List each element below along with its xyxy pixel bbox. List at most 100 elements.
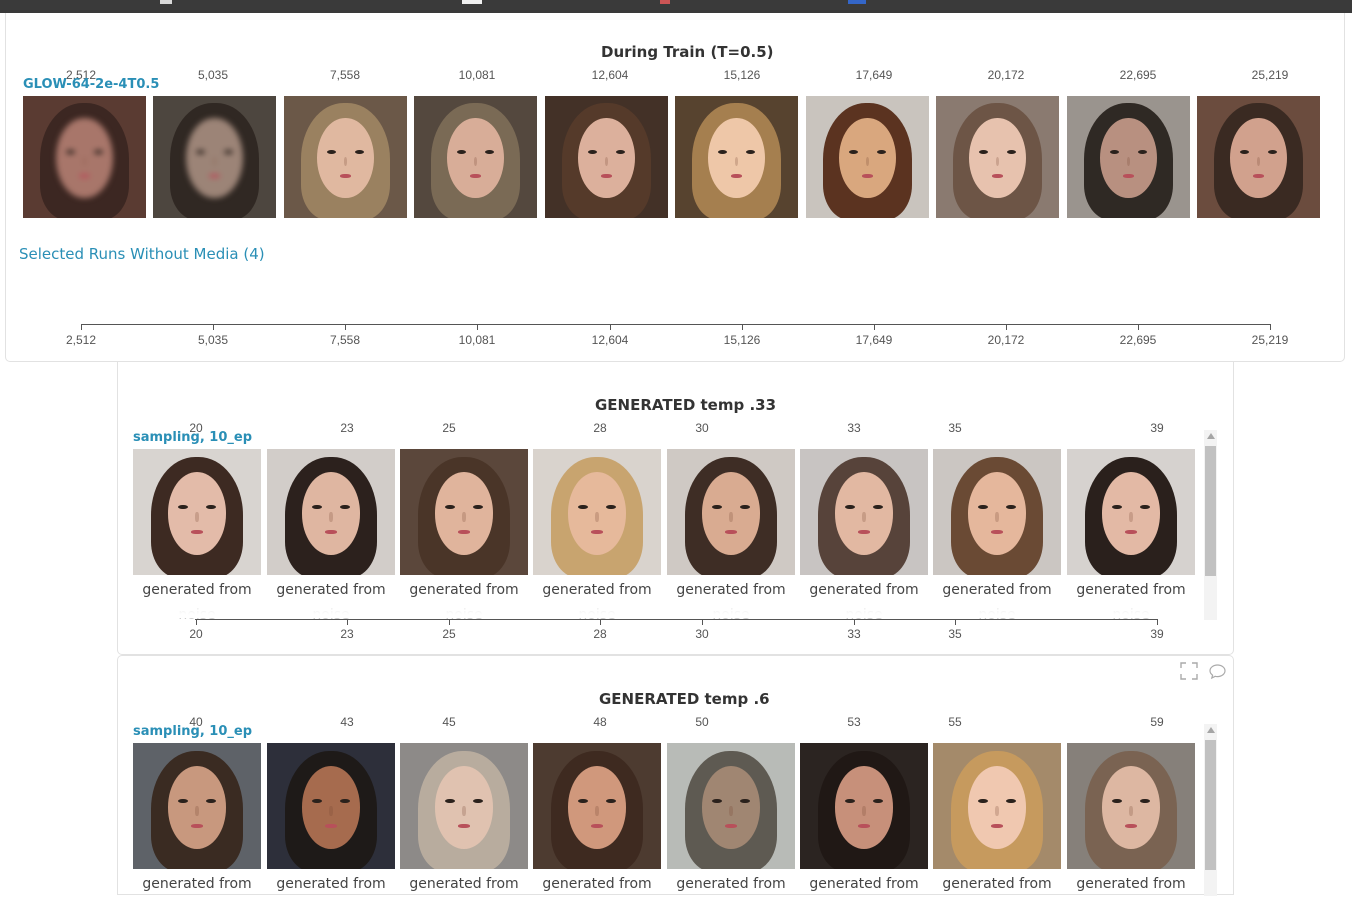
eye-shape <box>66 150 76 155</box>
step-label: 23 <box>340 421 354 435</box>
media-thumbnail[interactable] <box>667 743 795 869</box>
step-label: 25,219 <box>1251 68 1289 82</box>
scrollbar-thumb[interactable] <box>1205 740 1216 870</box>
comment-icon[interactable] <box>1209 664 1226 684</box>
nose-shape <box>862 805 866 816</box>
axis-tick <box>449 619 450 625</box>
toolbar-icon[interactable] <box>660 0 670 4</box>
media-thumbnail[interactable] <box>1067 743 1195 869</box>
nose-shape <box>462 805 466 816</box>
nose-shape <box>729 805 733 816</box>
run-name-label[interactable]: sampling, 10_ep <box>133 724 252 739</box>
eye-shape <box>845 504 855 510</box>
media-panel-temp-033: GENERATED temp .33 20 23 25 28 30 33 35 39 samp… <box>117 362 1234 655</box>
media-thumbnail[interactable] <box>23 96 146 218</box>
step-label: 25 <box>442 627 456 641</box>
eye-shape <box>873 798 883 804</box>
step-label: 10,081 <box>458 333 496 347</box>
media-thumbnail[interactable] <box>284 96 407 218</box>
media-thumbnail[interactable] <box>800 743 928 869</box>
mouth-shape <box>208 174 221 179</box>
toolbar-icon[interactable] <box>160 0 172 4</box>
nose-shape <box>595 511 599 522</box>
media-thumbnail[interactable] <box>1197 96 1320 218</box>
step-label: 39 <box>1150 421 1164 435</box>
mouth-shape <box>1122 174 1135 179</box>
caption-line: noise <box>445 607 483 623</box>
media-thumbnail[interactable] <box>667 449 795 575</box>
nose-shape <box>329 511 333 522</box>
caption-line: noise <box>978 607 1016 623</box>
media-thumbnail[interactable] <box>133 743 261 869</box>
eye-shape <box>445 504 455 510</box>
face-shape <box>834 765 894 849</box>
caption-line: generated from <box>142 582 252 598</box>
media-thumbnail[interactable] <box>1067 96 1190 218</box>
media-thumbnail[interactable] <box>267 743 395 869</box>
eye-shape <box>740 798 750 804</box>
fullscreen-icon[interactable] <box>1180 662 1198 685</box>
mouth-shape <box>858 823 870 829</box>
media-thumbnail[interactable] <box>545 96 668 218</box>
media-thumbnail[interactable] <box>936 96 1059 218</box>
axis-tick <box>81 324 82 330</box>
face-shape <box>1100 117 1157 199</box>
media-thumbnail[interactable] <box>414 96 537 218</box>
media-thumbnail[interactable] <box>533 743 661 869</box>
media-thumbnail[interactable] <box>933 449 1061 575</box>
media-thumbnail[interactable] <box>267 449 395 575</box>
nose-shape <box>82 156 87 167</box>
axis-tick <box>854 619 855 625</box>
image-caption: generated from noise <box>132 578 262 628</box>
eye-shape <box>588 150 598 155</box>
media-thumbnail[interactable] <box>800 449 928 575</box>
media-thumbnail[interactable] <box>400 743 528 869</box>
toolbar-icon[interactable] <box>462 0 482 4</box>
media-thumbnail[interactable] <box>533 449 661 575</box>
step-label: 17,649 <box>855 333 893 347</box>
selected-runs-without-media-link[interactable]: Selected Runs Without Media (4) <box>19 245 265 263</box>
nose-shape <box>995 805 999 816</box>
nose-shape <box>604 156 609 167</box>
step-label: 28 <box>593 627 607 641</box>
step-label: 35 <box>948 627 962 641</box>
step-label: 20 <box>189 627 203 641</box>
run-name-label[interactable]: sampling, 10_ep <box>133 430 252 445</box>
mouth-shape <box>325 823 337 829</box>
scroll-up-arrow-icon[interactable] <box>1207 433 1215 439</box>
caption-line: generated from <box>542 582 652 598</box>
nose-shape <box>1126 156 1131 167</box>
eye-shape <box>712 798 722 804</box>
media-thumbnail[interactable] <box>806 96 929 218</box>
step-label: 48 <box>593 715 607 729</box>
media-thumbnail[interactable] <box>933 743 1061 869</box>
mouth-shape <box>1125 529 1137 535</box>
step-label: 7,558 <box>329 68 361 82</box>
face-shape <box>1101 765 1161 849</box>
run-name-label[interactable]: GLOW-64-2e-4T0.5 <box>23 77 159 92</box>
step-label: 12,604 <box>591 68 629 82</box>
media-thumbnail[interactable] <box>153 96 276 218</box>
scroll-up-arrow-icon[interactable] <box>1207 727 1215 733</box>
toolbar-icon[interactable] <box>848 0 866 4</box>
step-label: 53 <box>847 715 861 729</box>
media-thumbnail[interactable] <box>675 96 798 218</box>
image-caption: generated from noise <box>932 578 1062 628</box>
eye-shape <box>615 150 625 155</box>
face-shape <box>578 117 635 199</box>
caption-line: noise <box>578 607 616 623</box>
media-thumbnail[interactable] <box>400 449 528 575</box>
scrollbar[interactable] <box>1204 430 1217 620</box>
image-caption: generated from <box>276 876 386 892</box>
mouth-shape <box>725 823 737 829</box>
step-label: 33 <box>847 421 861 435</box>
step-slider-track[interactable] <box>81 324 1270 325</box>
scrollbar[interactable] <box>1204 724 1217 896</box>
media-thumbnail[interactable] <box>1067 449 1195 575</box>
face-shape <box>1101 471 1161 555</box>
step-slider-track[interactable] <box>195 619 1157 620</box>
eye-shape <box>845 798 855 804</box>
media-thumbnail[interactable] <box>133 449 261 575</box>
step-label: 33 <box>847 627 861 641</box>
scrollbar-thumb[interactable] <box>1205 446 1216 576</box>
